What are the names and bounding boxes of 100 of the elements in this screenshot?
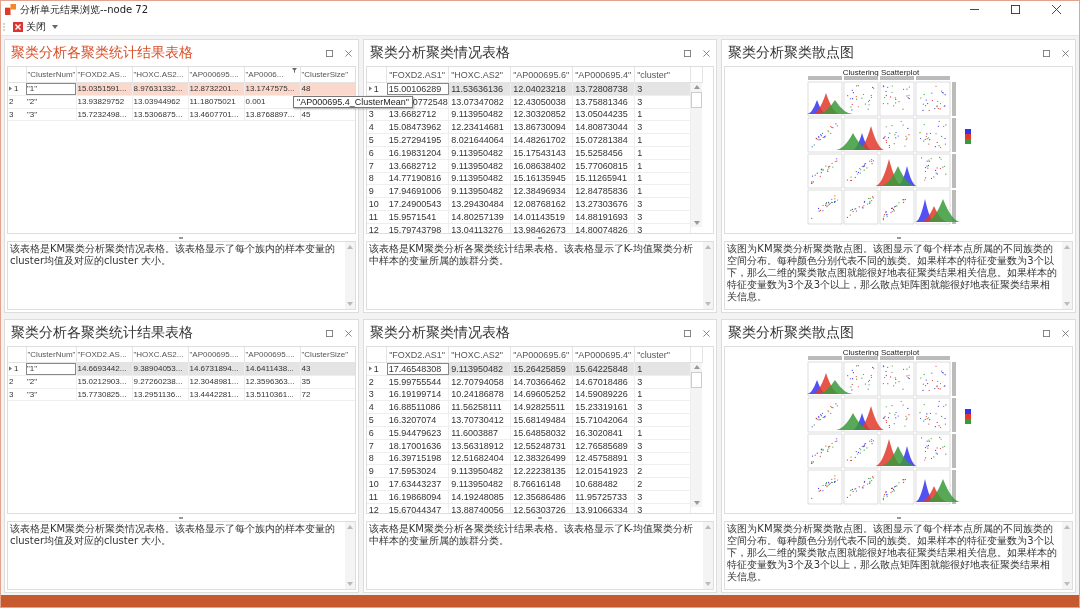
table-cell: 16.19831204: [388, 147, 442, 158]
table-cell: 15.99755544: [388, 376, 442, 387]
table-cell: 14.6693442...: [77, 364, 127, 374]
table-cell: 15.0212903...: [77, 377, 127, 387]
column-header[interactable]: "HOXC.AS2": [448, 347, 511, 363]
table-cell: 15.67044347: [388, 504, 442, 513]
row-number: 8: [368, 173, 374, 184]
down-arrow-icon[interactable]: [1064, 582, 1070, 586]
table-cell: 1: [637, 363, 643, 374]
up-arrow-icon[interactable]: [346, 245, 353, 249]
up-arrow-icon[interactable]: [1064, 245, 1070, 249]
column-header[interactable]: "cluster": [634, 347, 691, 363]
restore-icon[interactable]: [1043, 49, 1050, 57]
scrollbar-thumb[interactable]: [691, 372, 703, 388]
restore-icon[interactable]: [1043, 329, 1050, 337]
scrollbar[interactable]: [703, 522, 714, 589]
table-cell: 12.43050038: [513, 96, 566, 107]
scrollbar[interactable]: [344, 242, 355, 309]
table-cell: 13.07347082: [451, 96, 504, 107]
column-header[interactable]: "AP000695....: [188, 347, 244, 363]
scrollbar[interactable]: [703, 242, 714, 309]
up-arrow-icon[interactable]: [346, 525, 353, 529]
column-header[interactable]: "AP000695.6": [510, 347, 573, 363]
table-cell: 12.38496934: [513, 186, 566, 197]
down-arrow-icon[interactable]: [705, 302, 712, 306]
column-header[interactable]: "AP000695....: [244, 347, 300, 363]
down-arrow-icon[interactable]: [693, 501, 700, 505]
table-cell: 14.88191693: [575, 211, 628, 222]
row-number: 6: [368, 427, 374, 438]
table-cell: 18.17001636: [388, 440, 442, 451]
table-cell: "3": [27, 110, 38, 119]
table-cell: 16.19868094: [388, 491, 442, 502]
close-icon[interactable]: [1052, 5, 1061, 14]
scrollbar[interactable]: [1062, 522, 1072, 589]
table-cell: 12.45758891: [575, 453, 628, 464]
column-header[interactable]: "ClusterNum": [26, 347, 76, 363]
column-header[interactable]: "AP000695.4": [572, 347, 635, 363]
column-header[interactable]: "HOXC.AS2...: [132, 347, 188, 363]
column-header[interactable]: "AP000695....: [188, 67, 244, 83]
scrollbar[interactable]: [691, 83, 703, 227]
table-cell: 1: [637, 160, 643, 171]
caret-icon[interactable]: [52, 24, 58, 29]
row-number: 7: [368, 160, 374, 171]
table-cell: 12.01541923: [575, 466, 628, 477]
column-header[interactable]: "ClusterSize": [300, 347, 355, 363]
panel-title: 聚类分析各聚类统计结果表格: [11, 44, 194, 62]
filter-icon[interactable]: [291, 68, 297, 73]
scrollbar[interactable]: [691, 363, 703, 507]
table-cell: 3: [637, 224, 643, 233]
column-header[interactable]: "AP000695.6": [510, 67, 573, 83]
table-cell: 14.6731894...: [189, 364, 239, 374]
column-header[interactable]: "AP000695.4": [572, 67, 635, 83]
column-header[interactable]: "AP0006...: [244, 67, 300, 83]
table-cell: 16.3020841: [575, 427, 623, 438]
table-cell: 15.9571541: [388, 211, 437, 222]
scrollbar[interactable]: [344, 522, 355, 589]
description-text: 该表格是KM聚类分析聚类情况表格。该表格显示了每个族内的样本变量的cluster均值及对应的cluster 大小。: [9, 522, 337, 548]
column-header[interactable]: "ClusterSize": [300, 67, 355, 83]
table-cell: 13.75881346: [575, 96, 628, 107]
column-header[interactable]: "HOXC.AS2": [448, 67, 511, 83]
restore-icon[interactable]: [325, 49, 333, 57]
restore-icon[interactable]: [325, 329, 333, 337]
down-arrow-icon[interactable]: [346, 302, 353, 306]
close-button[interactable]: 关闭: [11, 19, 48, 34]
column-header[interactable]: "FOXD2.AS1": [386, 347, 449, 363]
down-arrow-icon[interactable]: [346, 582, 353, 586]
table-cell: 72: [301, 390, 311, 399]
table-cell: 15.27294195: [388, 135, 442, 146]
row-number: 1: [14, 84, 19, 94]
column-header[interactable]: "FOXD2.AS...: [76, 347, 132, 363]
table-cell: 12.30320852: [513, 109, 566, 120]
table-cell: 14.69605252: [513, 389, 566, 400]
table-cell: 14.80074826: [575, 224, 628, 233]
table-cell: 10.24186878: [451, 389, 504, 400]
plot-title: Clustering Scatterplot: [842, 68, 919, 77]
column-header[interactable]: "cluster": [634, 67, 691, 83]
scrollbar[interactable]: [1062, 242, 1072, 309]
up-arrow-icon[interactable]: [693, 85, 700, 89]
restore-icon[interactable]: [684, 49, 692, 57]
table-cell: 13.4442281...: [189, 390, 239, 399]
up-arrow-icon[interactable]: [705, 525, 712, 529]
scrollbar-thumb[interactable]: [691, 92, 703, 108]
row-number: 7: [368, 440, 374, 451]
table-cell: 13.6682712: [388, 160, 437, 171]
plot-title: Clustering Scatterplot: [842, 348, 919, 357]
column-header[interactable]: "ClusterNum": [26, 67, 76, 83]
down-arrow-icon[interactable]: [693, 221, 700, 225]
column-header[interactable]: "FOXD2.AS1": [386, 67, 449, 83]
row-number: 12: [368, 504, 379, 513]
up-arrow-icon[interactable]: [1064, 525, 1070, 529]
maximize-icon[interactable]: [1011, 5, 1020, 14]
column-header[interactable]: "FOXD2.AS...: [76, 67, 132, 83]
down-arrow-icon[interactable]: [1064, 302, 1070, 306]
up-arrow-icon[interactable]: [705, 245, 712, 249]
table-cell: 15.77060815: [575, 160, 628, 171]
restore-icon[interactable]: [684, 329, 692, 337]
row-number: 11: [368, 211, 378, 222]
up-arrow-icon[interactable]: [693, 365, 700, 369]
down-arrow-icon[interactable]: [705, 582, 712, 586]
column-header[interactable]: "HOXC.AS2...: [132, 67, 188, 83]
